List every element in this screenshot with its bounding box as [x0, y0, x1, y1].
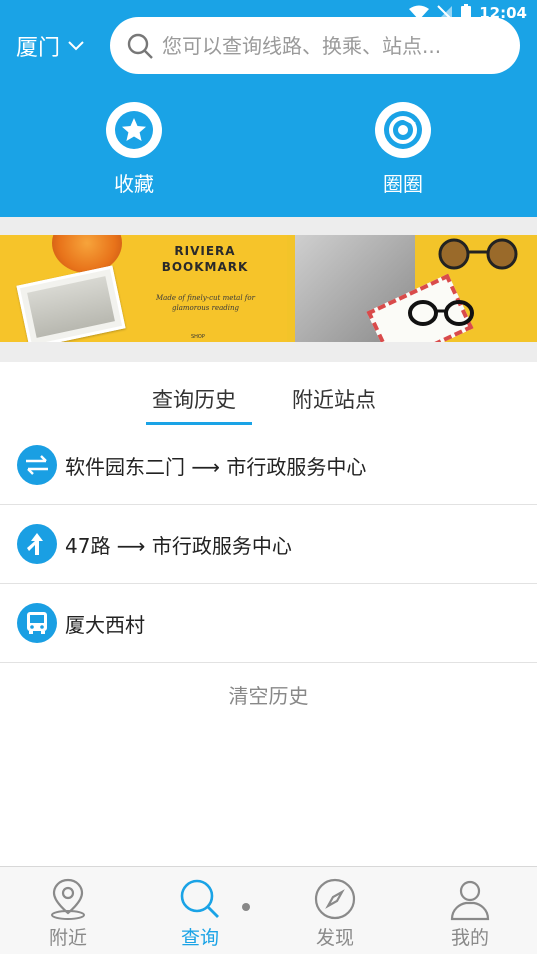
nav-nearby[interactable]: 附近	[28, 877, 108, 950]
favorites-label: 收藏	[114, 172, 154, 196]
tab-bar: 查询历史 附近站点	[0, 362, 537, 426]
bus-icon-circle	[17, 603, 57, 643]
transfer-icon-circle	[17, 445, 57, 485]
section-divider-2	[0, 342, 537, 362]
banner-right-panel	[287, 235, 537, 342]
banner-title: RIVIERA BOOKMARK	[161, 244, 249, 274]
history-item-transfer[interactable]: 软件园东二门 ⟶ 市行政服务中心	[0, 426, 537, 505]
nav-discover[interactable]: 发现	[295, 877, 375, 950]
search-icon	[127, 33, 153, 59]
nav-nearby-label: 附近	[48, 927, 87, 949]
circle-button[interactable]: 圈圈	[343, 102, 463, 197]
banner-left-panel: RIVIERA BOOKMARK Made of finely-cut meta…	[0, 235, 287, 342]
search-bar[interactable]	[110, 17, 520, 74]
history-item-text: 47路 ⟶ 市行政服务中心	[65, 533, 292, 558]
tab-search-history[interactable]: 查询历史	[152, 384, 236, 414]
active-tab-indicator	[146, 422, 252, 425]
search-input[interactable]	[162, 33, 492, 58]
glasses-image-2	[408, 300, 474, 326]
favorites-icon-circle	[106, 102, 162, 158]
history-item-text: 厦大西村	[65, 612, 145, 637]
user-icon	[450, 880, 490, 921]
star-icon	[115, 111, 153, 149]
city-label: 厦门	[16, 36, 61, 61]
nav-search-label: 查询	[180, 927, 219, 949]
history-item-text: 软件园东二门 ⟶ 市行政服务中心	[65, 454, 367, 479]
history-item-station[interactable]: 厦大西村	[0, 584, 537, 663]
section-divider	[0, 217, 537, 235]
search-icon	[180, 879, 219, 918]
city-selector[interactable]: 厦门	[16, 30, 86, 62]
nav-dot-indicator	[242, 903, 250, 911]
clear-history-button[interactable]: 清空历史	[0, 680, 537, 709]
history-list: 软件园东二门 ⟶ 市行政服务中心 47路 ⟶ 市行政服务中心 厦大西村	[0, 426, 537, 663]
header: 12:04 厦门 收藏 圈圈	[0, 0, 537, 217]
nav-me[interactable]: 我的	[430, 877, 510, 950]
route-icon-circle	[17, 524, 57, 564]
circle-icon-circle	[375, 102, 431, 158]
compass-icon	[314, 878, 356, 920]
bus-icon	[27, 612, 47, 634]
banner-shop-link[interactable]: SHOP	[191, 334, 205, 340]
chevron-down-icon	[68, 41, 84, 51]
history-item-route[interactable]: 47路 ⟶ 市行政服务中心	[0, 505, 537, 584]
nav-search[interactable]: 查询	[160, 877, 240, 950]
route-direction-icon	[27, 533, 43, 555]
tab-nearby-stations[interactable]: 附近站点	[292, 384, 376, 414]
nav-discover-label: 发现	[315, 927, 354, 949]
favorites-button[interactable]: 收藏	[74, 102, 194, 197]
transfer-arrows-icon	[26, 455, 48, 475]
bottom-nav: 附近 查询 发现 我的	[0, 866, 537, 954]
chrome-icon	[384, 111, 422, 149]
promo-banner[interactable]: RIVIERA BOOKMARK Made of finely-cut meta…	[0, 235, 537, 342]
banner-photo	[16, 265, 126, 342]
glasses-image	[438, 238, 518, 270]
nav-me-label: 我的	[450, 927, 489, 949]
location-pin-icon	[51, 878, 85, 920]
banner-subtitle: Made of finely-cut metal for glamorous r…	[156, 294, 255, 312]
circle-label: 圈圈	[383, 172, 423, 196]
